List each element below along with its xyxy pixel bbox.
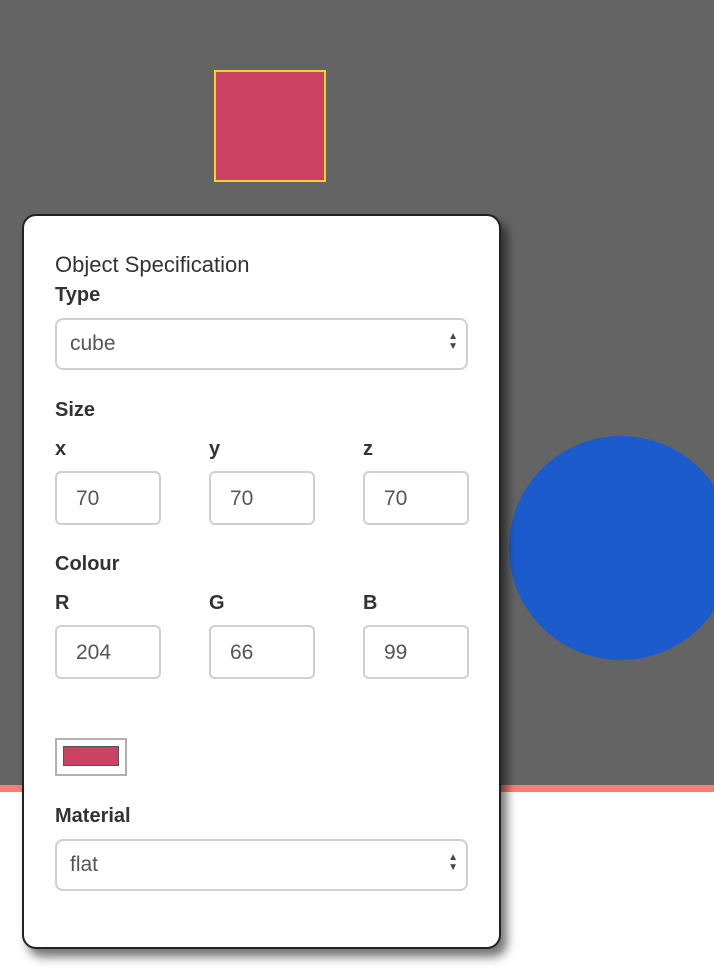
select-arrows-icon: ▲ ▼ <box>448 852 458 873</box>
size-z-label: z <box>363 438 373 460</box>
colour-swatch-button[interactable] <box>55 738 127 776</box>
colour-g-input[interactable]: 66 <box>209 625 315 679</box>
size-z-value: 70 <box>384 487 408 510</box>
size-y-label: y <box>209 438 221 460</box>
colour-r-input[interactable]: 204 <box>55 625 161 679</box>
colour-swatch-preview <box>63 746 119 766</box>
size-x-value: 70 <box>76 487 100 510</box>
size-x-input[interactable]: 70 <box>55 471 161 525</box>
size-x-label: x <box>55 438 67 460</box>
colour-label: Colour <box>55 553 120 575</box>
selected-cube-object[interactable] <box>214 70 326 182</box>
type-select-value: cube <box>70 332 116 355</box>
colour-b-input[interactable]: 99 <box>363 625 469 679</box>
material-label: Material <box>55 805 131 827</box>
material-select-value: flat <box>70 853 99 876</box>
type-select[interactable]: cube ▲ ▼ <box>55 318 468 370</box>
sphere-object[interactable] <box>509 436 714 660</box>
type-label: Type <box>55 284 101 306</box>
size-y-value: 70 <box>230 487 254 510</box>
size-label: Size <box>55 399 96 421</box>
object-specification-panel: Object Specification Type cube ▲ ▼ Size x… <box>22 214 501 949</box>
material-select[interactable]: flat ▲ ▼ <box>55 839 468 891</box>
select-arrows-icon: ▲ ▼ <box>448 331 458 352</box>
colour-r-label: R <box>55 592 70 614</box>
size-z-input[interactable]: 70 <box>363 471 469 525</box>
panel-title: Object Specification <box>55 252 250 277</box>
size-y-input[interactable]: 70 <box>209 471 315 525</box>
colour-r-value: 204 <box>76 641 112 664</box>
colour-b-label: B <box>363 592 378 614</box>
colour-g-value: 66 <box>230 641 254 664</box>
colour-b-value: 99 <box>384 641 408 664</box>
colour-g-label: G <box>209 592 225 614</box>
